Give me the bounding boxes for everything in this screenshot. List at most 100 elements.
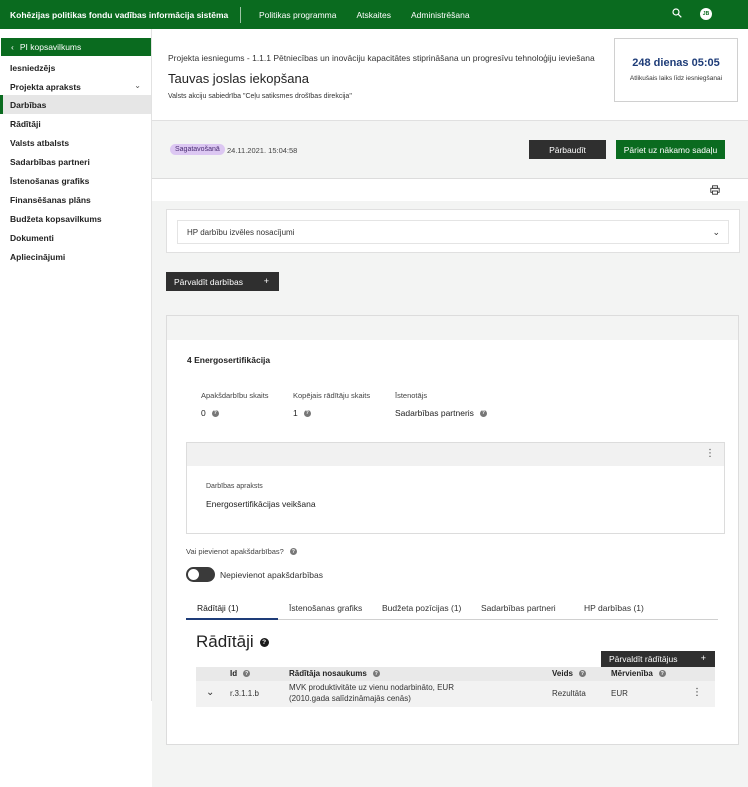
sidebar-item-label: Dokumenti	[10, 232, 54, 243]
indicator-id: r.3.1.1.b	[230, 689, 259, 698]
sidebar-item-declarations[interactable]: Apliecinājumi	[0, 247, 151, 266]
app-title[interactable]: Kohēzijas politikas fondu vadības inform…	[0, 10, 240, 20]
top-bar: Kohēzijas politikas fondu vadības inform…	[0, 0, 748, 29]
more-options-icon[interactable]: ⋮	[705, 448, 715, 459]
help-icon[interactable]: ?	[578, 670, 586, 677]
hp-conditions-accordion[interactable]: HP darbību izvēles nosacījumi ⌄	[177, 220, 729, 244]
deadline-value: 248 dienas 05:05	[632, 57, 720, 69]
help-icon[interactable]: ?	[289, 548, 297, 555]
page-header: Projekta iesniegums - 1.1.1 Pētniecības …	[152, 29, 748, 121]
indicator-type: Rezultāta	[552, 689, 586, 698]
activity-card-header	[167, 316, 738, 340]
indicator-count: 1 ?	[293, 408, 311, 418]
column-header-unit[interactable]: Mērvienība?	[611, 669, 666, 678]
help-icon[interactable]: ?	[372, 670, 380, 677]
status-bar: Sagatavošanā 24.11.2021. 15:04:58 Pārbau…	[152, 121, 748, 179]
tab-budget-positions[interactable]: Budžeta pozīcijas (1)	[382, 603, 461, 613]
page-title: Tauvas joslas iekopšana	[168, 71, 309, 86]
table-row[interactable]: ⌄ r.3.1.1.b MVK produktivitāte uz vienu …	[196, 681, 715, 707]
chevron-down-icon[interactable]: ⌄	[134, 81, 141, 90]
activity-card: 4 Energosertifikācija Apakšdarbību skait…	[166, 315, 739, 745]
implementer-label: Īstenotājs	[395, 391, 428, 400]
tab-partners[interactable]: Sadarbības partneri	[481, 603, 556, 613]
sidebar-summary-button[interactable]: ‹ PI kopsavilkums	[1, 38, 151, 56]
sidebar-item-indicators[interactable]: Rādītāji	[0, 114, 151, 133]
sidebar-item-label: Sadarbības partneri	[10, 156, 90, 167]
printer-icon[interactable]	[710, 185, 720, 195]
add-sub-activities-question: Vai pievienot apakšdarbības? ?	[186, 547, 297, 556]
help-icon[interactable]: ?	[243, 670, 251, 677]
check-button[interactable]: Pārbaudīt	[529, 140, 606, 159]
sidebar-item-activities[interactable]: Darbības	[0, 95, 151, 114]
tab-indicators[interactable]: Rādītāji (1)	[197, 603, 239, 613]
tab-hp-activities[interactable]: HP darbības (1)	[584, 603, 644, 613]
nav-reports[interactable]: Atskaites	[356, 10, 391, 20]
column-header-type[interactable]: Veids?	[552, 669, 586, 678]
column-label: Mērvienība	[611, 669, 653, 678]
manage-indicators-label: Pārvaldīt rādītājus	[609, 654, 678, 664]
help-icon[interactable]: ?	[658, 670, 666, 677]
column-label: Id	[230, 669, 238, 678]
main-content: Projekta iesniegums - 1.1.1 Pētniecības …	[152, 29, 748, 787]
sidebar-item-documents[interactable]: Dokumenti	[0, 228, 151, 247]
sidebar-item-financing-plan[interactable]: Finansēšanas plāns	[0, 190, 151, 209]
top-nav: Politikas programma Atskaites Administrē…	[259, 10, 470, 20]
more-options-icon[interactable]: ⋮	[692, 687, 702, 698]
accordion-label: HP darbību izvēles nosacījumi	[187, 227, 295, 237]
manage-indicators-button[interactable]: Pārvaldīt rādītājus +	[601, 651, 715, 667]
top-bar-actions: JB	[672, 8, 712, 20]
sub-activity-count: 0 ?	[201, 408, 219, 418]
chevron-down-icon[interactable]: ⌄	[712, 227, 720, 238]
toggle-label: Nepievienot apakšdarbības	[220, 570, 324, 580]
indicator-unit: EUR	[611, 689, 628, 698]
column-header-id[interactable]: Id?	[230, 669, 251, 678]
implementer-value: Sadarbības partneris	[395, 408, 474, 418]
sidebar-item-budget-summary[interactable]: Budžeta kopsavilkums	[0, 209, 151, 228]
accordion-card: HP darbību izvēles nosacījumi ⌄	[166, 209, 740, 253]
sidebar: ‹ PI kopsavilkums Iesniedzējs Projekta a…	[0, 29, 152, 701]
chevron-left-icon: ‹	[11, 42, 14, 52]
sidebar-item-state-aid[interactable]: Valsts atbalsts	[0, 133, 151, 152]
indicators-section-title: Rādītāji ?	[196, 632, 269, 652]
sub-activity-count-value: 0	[201, 408, 206, 418]
avatar[interactable]: JB	[700, 8, 712, 20]
nav-administration[interactable]: Administrēšana	[411, 10, 470, 20]
sidebar-item-label: Finansēšanas plāns	[10, 194, 91, 205]
column-label: Rādītāja nosaukums	[289, 669, 367, 678]
chevron-down-icon[interactable]: ⌄	[206, 687, 214, 698]
sidebar-item-project-description[interactable]: Projekta apraksts ⌄	[0, 77, 151, 96]
indicator-count-label: Kopējais rādītāju skaits	[293, 391, 371, 400]
sidebar-summary-label: PI kopsavilkums	[19, 42, 82, 52]
deadline-label: Atlikušais laiks līdz iesniegšanai	[629, 75, 723, 82]
sub-activity-count-label: Apakšdarbību skaits	[201, 391, 269, 400]
description-box-header: ⋮	[187, 443, 724, 466]
help-icon[interactable]: ?	[303, 409, 311, 417]
nav-policy-program[interactable]: Politikas programma	[259, 10, 336, 20]
activity-title: 4 Energosertifikācija	[187, 355, 271, 365]
sidebar-item-applicant[interactable]: Iesniedzējs	[0, 58, 151, 77]
sidebar-item-label: Projekta apraksts	[10, 81, 81, 92]
tab-schedule[interactable]: Īstenošanas grafiks	[289, 603, 362, 613]
help-icon[interactable]: ?	[211, 409, 219, 417]
manage-activities-button[interactable]: Pārvaldīt darbības +	[166, 272, 279, 291]
help-icon[interactable]: ?	[259, 637, 269, 647]
sidebar-item-label: Rādītāji	[10, 118, 41, 129]
column-header-name[interactable]: Rādītāja nosaukums?	[289, 669, 380, 678]
active-tab-indicator	[186, 618, 278, 620]
plus-icon: +	[263, 276, 269, 286]
status-badge: Sagatavošanā	[170, 144, 225, 155]
search-icon[interactable]	[672, 8, 682, 20]
sidebar-item-schedule[interactable]: Īstenošanas grafiks	[0, 171, 151, 190]
help-icon[interactable]: ?	[479, 409, 487, 417]
plus-icon: +	[700, 653, 706, 663]
organization-name: Valsts akciju sabiedrība "Ceļu satiksmes…	[168, 93, 352, 100]
sub-activities-toggle[interactable]	[186, 567, 215, 582]
sidebar-item-partners[interactable]: Sadarbības partneri	[0, 152, 151, 171]
indicators-title: Rādītāji	[196, 632, 254, 651]
indicator-name-line1: MVK produktivitāte uz vienu nodarbināto,…	[289, 683, 454, 692]
table-header: Id? Rādītāja nosaukums? Veids? Mērvienīb…	[196, 667, 715, 681]
next-section-button[interactable]: Pāriet uz nākamo sadaļu	[616, 140, 725, 159]
breadcrumb: Projekta iesniegums - 1.1.1 Pētniecības …	[168, 53, 595, 63]
activity-tabs: Rādītāji (1) Īstenošanas grafiks Budžeta…	[186, 599, 718, 620]
activities-content: HP darbību izvēles nosacījumi ⌄ Pārvaldī…	[152, 201, 748, 787]
